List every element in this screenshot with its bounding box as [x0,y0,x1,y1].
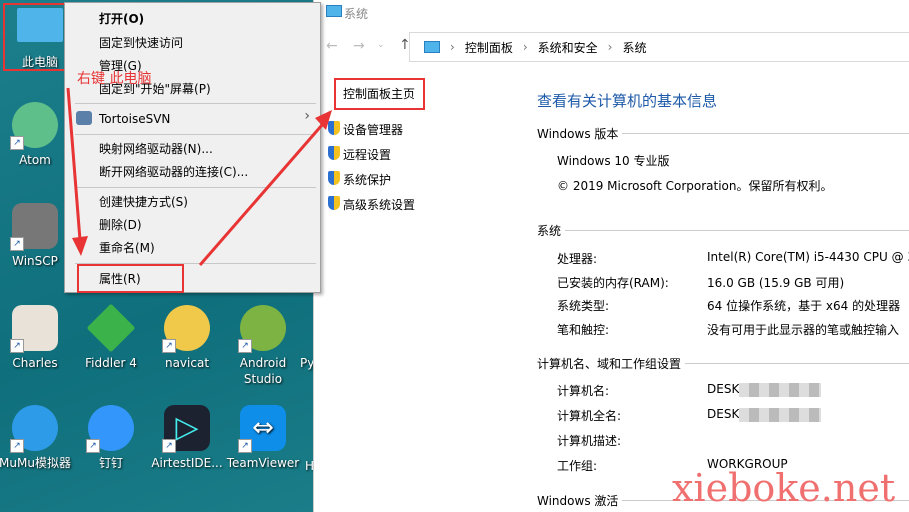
watermark: xieboke.net [672,466,896,510]
arrow-down [66,87,82,241]
arrow-up [198,124,324,266]
arrow-head [315,110,332,130]
arrow-head [72,236,88,256]
annotation-arrows [66,87,332,266]
